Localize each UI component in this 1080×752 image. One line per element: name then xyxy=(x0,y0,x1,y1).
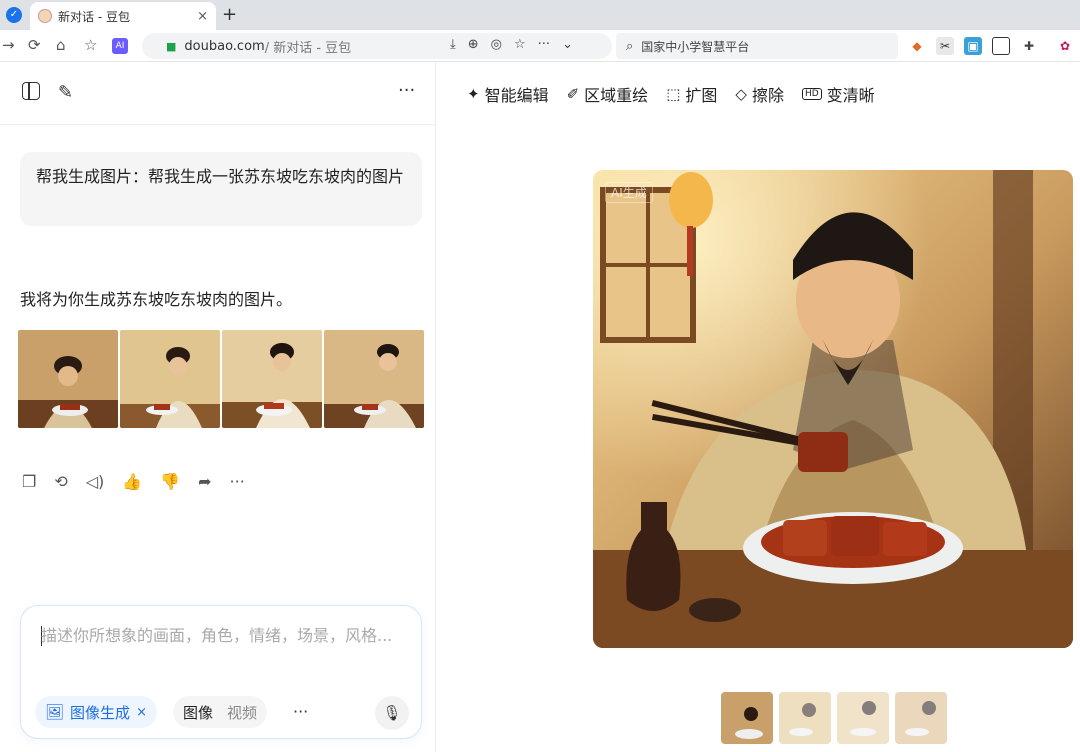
tool-enhance[interactable]: HD 变清晰 xyxy=(801,82,875,106)
zoom-icon[interactable]: ⊕ xyxy=(468,37,479,52)
scissors-icon[interactable]: ✂ xyxy=(936,37,954,55)
tool-smart-edit[interactable]: ✦ 智能编辑 xyxy=(467,82,549,106)
url-domain: doubao.com xyxy=(184,38,265,54)
chevron-down-icon[interactable]: ⌄ xyxy=(562,37,573,52)
variant-thumbnail[interactable] xyxy=(779,692,831,744)
star-icon[interactable]: ☆ xyxy=(514,37,526,52)
tool-label: 区域重绘 xyxy=(584,86,649,105)
image-preview-panel: ✦ 智能编辑 ✐ 区域重绘 ⬚ 扩图 ◇ 擦除 HD 变清晰 AI生成 xyxy=(437,62,1080,752)
chip-label: 图像生成 xyxy=(70,703,131,722)
browser-tab-bar: ✓ 新对话 - 豆包 × + xyxy=(0,0,1080,30)
browser-app-icon[interactable]: ✓ xyxy=(6,7,22,23)
favorites-icon[interactable]: ☆ xyxy=(84,36,97,54)
generated-image-thumbnail[interactable] xyxy=(324,330,424,428)
game-extension-icon[interactable]: ◆ xyxy=(908,37,926,55)
tool-label: 变清晰 xyxy=(826,86,875,105)
mode-switch: 图像 视频 xyxy=(173,696,268,728)
generated-image-thumbnail[interactable] xyxy=(120,330,220,428)
microphone-icon[interactable]: 🎙 xyxy=(375,696,409,730)
url-tools: ⤓ ⊕ ◎ ☆ ··· ⌄ xyxy=(450,37,573,52)
image-generation-chip[interactable]: 🖼 图像生成 × xyxy=(35,696,157,728)
generated-thumbnails xyxy=(18,330,424,428)
location-icon[interactable]: ◎ xyxy=(491,37,502,52)
hd-icon: HD xyxy=(801,88,822,100)
new-chat-icon[interactable]: ✎ xyxy=(58,82,73,103)
image-icon: 🖼 xyxy=(45,703,65,721)
more-actions-icon[interactable]: ··· xyxy=(230,472,245,491)
mode-video-tab[interactable]: 视频 xyxy=(227,702,257,723)
profile-extension-icon[interactable]: ✿ xyxy=(1056,37,1074,55)
tool-label: 擦除 xyxy=(751,86,784,105)
mode-image-tab[interactable]: 图像 xyxy=(183,702,213,723)
tab-title: 新对话 - 豆包 xyxy=(58,9,130,24)
sidebar-toggle-icon[interactable] xyxy=(22,82,40,100)
regenerate-icon[interactable]: ⟲ xyxy=(54,472,67,491)
reader-icon[interactable] xyxy=(992,37,1010,55)
url-path: / 新对话 - 豆包 xyxy=(264,40,352,56)
brush-icon: ✐ xyxy=(566,85,580,103)
tool-erase[interactable]: ◇ 擦除 xyxy=(735,82,784,106)
address-bar-row: → ⟳ ⌂ ☆ AI ■ doubao.com / 新对话 - 豆包 ⤓ ⊕ ◎… xyxy=(0,30,1080,62)
prompt-input-box[interactable]: 描述你所想象的画面，角色，情绪，场景，风格... 🖼 图像生成 × 图像 视频 … xyxy=(20,605,422,739)
thumbs-down-icon[interactable]: 👎 xyxy=(160,472,180,491)
prompt-placeholder[interactable]: 描述你所想象的画面，角色，情绪，场景，风格... xyxy=(41,622,401,649)
speaker-icon[interactable]: ◁) xyxy=(86,472,105,491)
assistant-reply: 我将为你生成苏东坡吃东坡肉的图片。 xyxy=(20,290,293,309)
reload-icon[interactable]: ⟳ xyxy=(28,36,41,54)
tool-label: 智能编辑 xyxy=(484,86,549,105)
search-icon: ⌕ xyxy=(626,38,634,54)
main-generated-image[interactable]: AI生成 xyxy=(593,170,1073,648)
magic-wand-icon: ✦ xyxy=(467,85,480,103)
ai-extension-icon[interactable]: AI xyxy=(112,38,128,54)
ai-generated-watermark: AI生成 xyxy=(605,182,653,203)
variant-thumbnail[interactable] xyxy=(895,692,947,744)
thumbs-up-icon[interactable]: 👍 xyxy=(122,472,142,491)
chat-more-button[interactable]: ··· xyxy=(398,80,415,101)
message-actions: ❐ ⟲ ◁) 👍 👎 ➦ ··· xyxy=(22,472,245,491)
edit-toolbar: ✦ 智能编辑 ✐ 区域重绘 ⬚ 扩图 ◇ 擦除 HD 变清晰 xyxy=(467,82,875,106)
eraser-icon: ◇ xyxy=(735,85,747,103)
input-more-button[interactable]: ··· xyxy=(293,702,308,721)
tab-close-icon[interactable]: × xyxy=(197,9,208,24)
search-text: 国家中小学智慧平台 xyxy=(641,39,750,54)
browser-search-field[interactable]: ⌕ 国家中小学智慧平台 xyxy=(616,33,898,59)
tool-expand[interactable]: ⬚ 扩图 xyxy=(666,82,717,106)
more-icon[interactable]: ··· xyxy=(538,37,550,52)
variant-thumbnail-strip xyxy=(721,692,947,744)
browser-tab[interactable]: 新对话 - 豆包 × xyxy=(30,2,216,30)
new-tab-button[interactable]: + xyxy=(222,4,237,25)
tool-region-repaint[interactable]: ✐ 区域重绘 xyxy=(567,82,649,106)
generated-image-thumbnail[interactable] xyxy=(222,330,322,428)
expand-icon: ⬚ xyxy=(666,85,681,103)
lock-icon: ■ xyxy=(166,39,177,53)
share-icon[interactable]: ➦ xyxy=(198,472,211,491)
forward-icon[interactable]: → xyxy=(2,36,15,54)
puzzle-icon[interactable]: ✚ xyxy=(1020,37,1038,55)
home-icon[interactable]: ⌂ xyxy=(56,36,66,54)
chat-panel: ✎ ··· 帮我生成图片：帮我生成一张苏东坡吃东坡肉的图片 我将为你生成苏东坡吃… xyxy=(0,62,436,752)
tab-favicon-icon xyxy=(38,9,52,23)
download-icon[interactable]: ⤓ xyxy=(450,37,456,52)
generated-image-thumbnail[interactable] xyxy=(18,330,118,428)
user-message-bubble: 帮我生成图片：帮我生成一张苏东坡吃东坡肉的图片 xyxy=(20,152,422,226)
variant-thumbnail[interactable] xyxy=(837,692,889,744)
copy-icon[interactable]: ❐ xyxy=(22,472,36,491)
variant-thumbnail[interactable] xyxy=(721,692,773,744)
map-extension-icon[interactable]: ▣ xyxy=(964,37,982,55)
tool-label: 扩图 xyxy=(685,86,718,105)
chat-top-icons: ✎ xyxy=(22,82,73,103)
divider xyxy=(0,124,436,125)
chip-close-icon[interactable]: × xyxy=(136,705,147,720)
